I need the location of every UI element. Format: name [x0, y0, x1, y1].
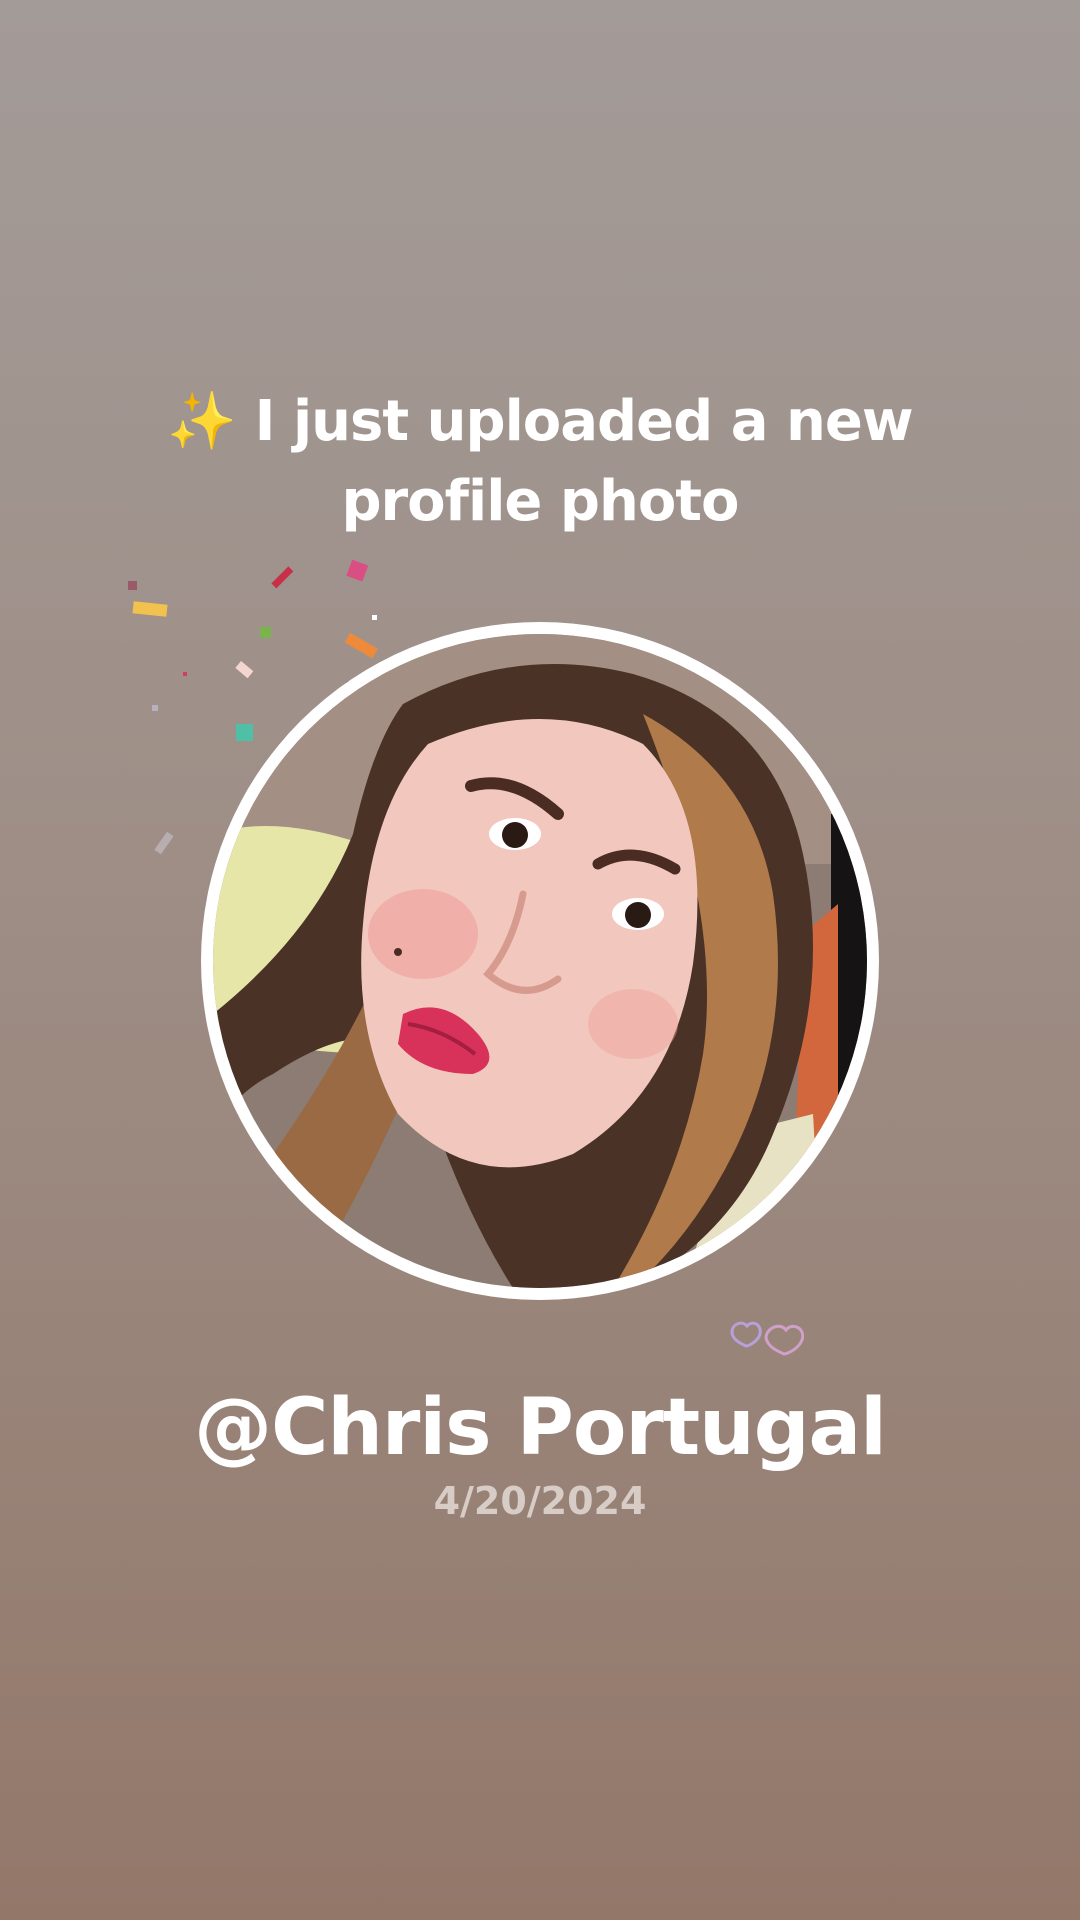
profile-photo-image — [213, 634, 867, 1288]
profile-photo[interactable] — [201, 622, 879, 1300]
hearts-icon — [730, 1321, 804, 1356]
upload-date: 4/20/2024 — [433, 1479, 647, 1523]
username: @Chris Portugal — [194, 1383, 887, 1473]
